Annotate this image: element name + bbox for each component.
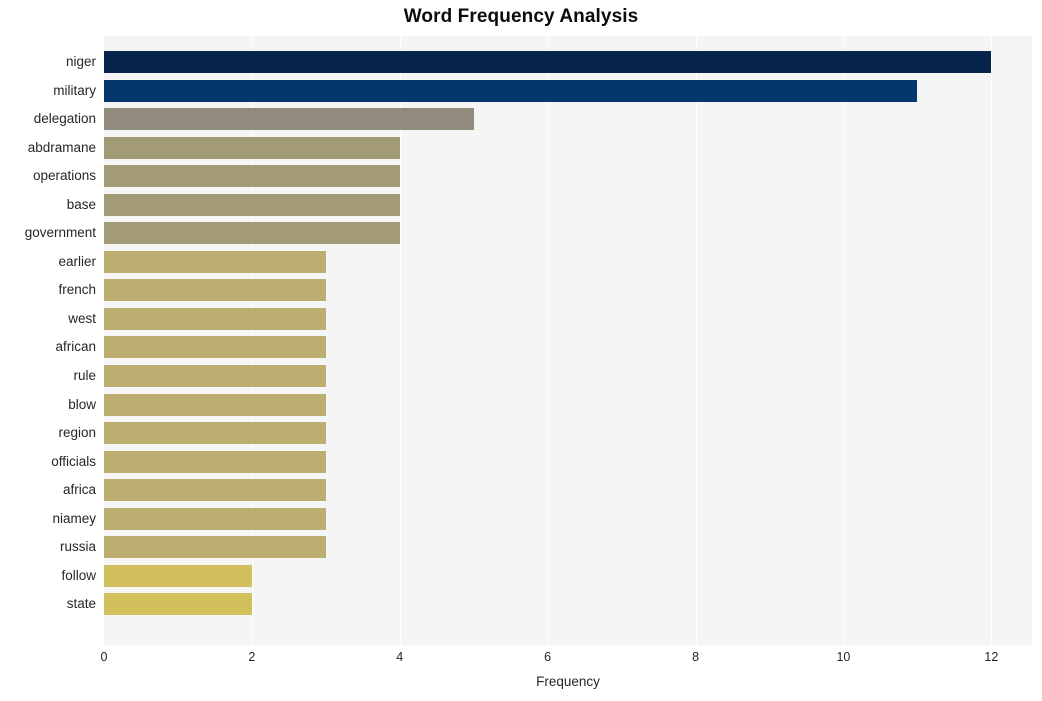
x-axis-tick-8: 8	[692, 650, 700, 664]
bar-russia[interactable]	[104, 536, 326, 559]
y-axis-tick-government: government	[24, 225, 96, 241]
bar-african[interactable]	[104, 336, 326, 359]
x-axis-tick-2: 2	[248, 650, 256, 664]
bar-officials[interactable]	[104, 450, 326, 473]
y-axis-tick-operations: operations	[32, 168, 96, 184]
bar-africa[interactable]	[104, 479, 326, 502]
bar-delegation[interactable]	[104, 108, 474, 131]
y-axis-labels: niger military delegation abdramane operatio…	[0, 36, 96, 645]
bar-region[interactable]	[104, 422, 326, 445]
chart-figure: Word Frequency Analysis niger military del…	[0, 0, 1042, 701]
x-axis-tick-12: 12	[984, 650, 999, 664]
gridline-x-8	[695, 36, 697, 645]
bar-niamey[interactable]	[104, 507, 326, 530]
y-axis-tick-state: state	[66, 596, 96, 612]
y-axis-tick-french: french	[58, 282, 96, 298]
bar-government[interactable]	[104, 222, 400, 245]
chart-title: Word Frequency Analysis	[403, 6, 639, 27]
bar-military[interactable]	[104, 79, 918, 102]
bar-blow[interactable]	[104, 393, 326, 416]
x-axis-tick-0: 0	[100, 650, 108, 664]
bar-operations[interactable]	[104, 165, 400, 188]
y-axis-tick-african: african	[55, 339, 96, 355]
gridline-x-10	[843, 36, 845, 645]
bar-niger[interactable]	[104, 51, 992, 74]
y-axis-tick-rule: rule	[73, 368, 96, 383]
bar-french[interactable]	[104, 279, 326, 302]
y-axis-tick-west: west	[68, 310, 96, 326]
plot-area	[104, 36, 1032, 645]
bar-state[interactable]	[104, 593, 252, 616]
y-axis-tick-follow: follow	[61, 567, 96, 583]
y-axis-tick-niger: niger	[65, 54, 96, 70]
bar-west[interactable]	[104, 307, 326, 330]
x-axis-ticks: 0 2 4 6 8 10 12	[0, 648, 1042, 670]
y-axis-tick-officials: officials	[51, 453, 96, 469]
x-axis-label: Frequency	[536, 674, 600, 689]
y-axis-tick-africa: africa	[62, 482, 96, 498]
gridline-x-6	[547, 36, 549, 645]
gridline-x-12	[991, 36, 993, 645]
y-axis-tick-russia: russia	[59, 539, 96, 555]
y-axis-tick-base: base	[66, 196, 96, 212]
y-axis-tick-earlier: earlier	[58, 253, 96, 269]
bar-rule[interactable]	[104, 365, 326, 387]
y-axis-tick-blow: blow	[68, 396, 96, 412]
x-axis-tick-10: 10	[836, 650, 851, 664]
bar-abdramane[interactable]	[104, 136, 400, 159]
x-axis-tick-4: 4	[396, 650, 404, 664]
y-axis-tick-abdramane: abdramane	[27, 139, 96, 155]
y-axis-tick-military: military	[53, 82, 96, 98]
bar-base[interactable]	[104, 193, 400, 216]
y-axis-tick-niamey: niamey	[52, 510, 96, 526]
bar-follow[interactable]	[104, 564, 252, 587]
bar-earlier[interactable]	[104, 250, 326, 273]
y-axis-tick-delegation: delegation	[33, 111, 96, 127]
y-axis-tick-region: region	[58, 425, 96, 441]
x-axis-tick-6: 6	[544, 650, 552, 664]
